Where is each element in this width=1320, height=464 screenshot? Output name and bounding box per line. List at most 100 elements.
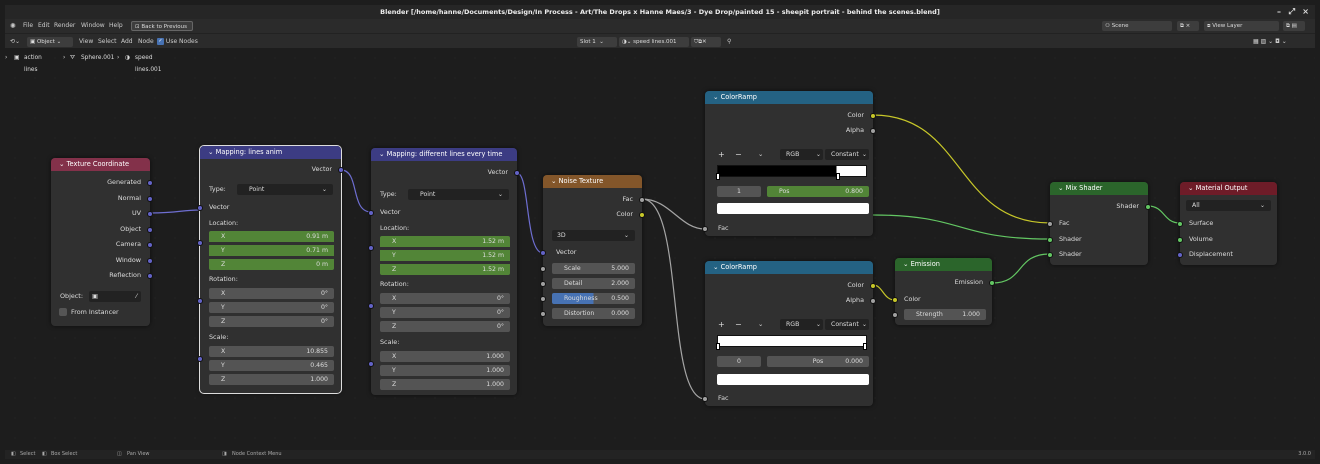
back-to-previous-button[interactable]: ⊡ Back to Previous: [131, 21, 193, 31]
scale-x-field[interactable]: X 1.000: [380, 351, 510, 362]
collapse-chevron-icon[interactable]: ⌄: [551, 177, 559, 185]
view-layer-selector[interactable]: ⧈ View Layer: [1204, 21, 1279, 31]
scale-field[interactable]: Scale 5.000: [552, 263, 635, 274]
interpolation-dropdown[interactable]: Constant ⌄: [825, 319, 869, 330]
socket-generated[interactable]: [147, 180, 153, 186]
collapse-chevron-icon[interactable]: ⌄: [379, 150, 387, 158]
location-y-field[interactable]: Y 0.71 m: [209, 245, 334, 256]
node-header[interactable]: ⌄ Mapping: different lines every time: [371, 148, 517, 161]
node-canvas[interactable]: ⌄ Texture Coordinate Generated Normal UV…: [5, 48, 1315, 450]
maximize-icon[interactable]: ⤢: [1289, 5, 1295, 19]
socket-vector-out[interactable]: [338, 167, 344, 173]
overlay-icons[interactable]: ▦ ▨ ⌄ ◘ ⌄: [1253, 34, 1287, 49]
breadcrumb-material[interactable]: speed lines.001: [135, 52, 161, 76]
ramp-stop-handle[interactable]: [716, 343, 720, 350]
position-field[interactable]: Pos 0.800: [767, 186, 869, 197]
scene-new-button[interactable]: ⧉ ×: [1177, 21, 1199, 31]
socket-location[interactable]: [368, 245, 374, 251]
add-stop-icon[interactable]: +: [718, 320, 725, 329]
emission-node[interactable]: ⌄ Emission Emission Color Strength 1.000: [892, 258, 995, 325]
stop-color-swatch[interactable]: [717, 374, 869, 385]
socket-normal[interactable]: [147, 196, 153, 202]
menu-select[interactable]: Select: [98, 34, 117, 49]
socket-scale[interactable]: [368, 361, 374, 367]
dimensions-dropdown[interactable]: 3D ⌄: [552, 230, 635, 241]
minimize-icon[interactable]: –: [1277, 5, 1281, 19]
socket-vector-in[interactable]: [197, 205, 203, 211]
texture-coordinate-node[interactable]: ⌄ Texture Coordinate Generated Normal UV…: [51, 158, 153, 326]
menu-add[interactable]: Add: [121, 34, 133, 49]
material-actions[interactable]: ⛉⧉✕: [691, 37, 721, 47]
rotation-z-field[interactable]: Z 0°: [380, 321, 510, 332]
ramp-stop-handle[interactable]: [863, 343, 867, 350]
collapse-chevron-icon[interactable]: ⌄: [59, 160, 67, 168]
rotation-z-field[interactable]: Z 0°: [209, 316, 334, 327]
remove-stop-icon[interactable]: −: [735, 320, 742, 329]
socket-color-out[interactable]: [870, 113, 876, 119]
chevron-down-icon[interactable]: ⌄: [758, 150, 763, 159]
color-mode-dropdown[interactable]: RGB ⌄: [780, 319, 823, 330]
strength-field[interactable]: Strength 1.000: [904, 309, 986, 320]
chevron-down-icon[interactable]: ⌄: [758, 320, 763, 329]
expand-icon[interactable]: ›: [5, 52, 7, 64]
color-ramp-bar[interactable]: [717, 335, 867, 347]
location-x-field[interactable]: X 0.91 m: [209, 231, 334, 242]
socket-displacement[interactable]: [1177, 252, 1183, 258]
collapse-chevron-icon[interactable]: ⌄: [208, 148, 216, 156]
location-y-field[interactable]: Y 1.52 m: [380, 250, 510, 261]
scale-y-field[interactable]: Y 0.465: [209, 360, 334, 371]
ramp-stop-handle[interactable]: [836, 173, 840, 180]
breadcrumb-mesh[interactable]: Sphere.001: [81, 52, 114, 64]
color-ramp-bar[interactable]: [717, 165, 867, 177]
collapse-chevron-icon[interactable]: ⌄: [1058, 184, 1066, 192]
node-header[interactable]: ⌄ Mix Shader: [1050, 182, 1148, 195]
node-header[interactable]: ⌄ Mapping: lines anim: [200, 146, 341, 159]
socket-alpha-out[interactable]: [870, 128, 876, 134]
socket-fac-in[interactable]: [1047, 221, 1053, 227]
location-z-field[interactable]: Z0 m: [209, 259, 334, 270]
colorramp-node-2[interactable]: ⌄ ColorRamp Color Alpha + − ⌄ RGB ⌄ Const…: [702, 261, 876, 406]
rotation-y-field[interactable]: Y 0°: [209, 302, 334, 313]
color-mode-dropdown[interactable]: RGB ⌄: [780, 149, 823, 160]
socket-volume[interactable]: [1177, 237, 1183, 243]
socket-alpha-out[interactable]: [870, 298, 876, 304]
scale-z-field[interactable]: Z 1.000: [209, 374, 334, 385]
socket-fac-in[interactable]: [702, 396, 708, 402]
object-picker[interactable]: ▣ ⁄: [89, 291, 141, 302]
socket-window[interactable]: [147, 258, 153, 264]
socket-shader-1[interactable]: [1047, 237, 1053, 243]
colorramp-node-1[interactable]: ⌄ ColorRamp Color Alpha + − ⌄ RGB ⌄ Const…: [702, 91, 876, 236]
rotation-x-field[interactable]: X 0°: [380, 293, 510, 304]
socket-surface[interactable]: [1177, 221, 1183, 227]
breadcrumb-object[interactable]: action lines: [24, 52, 42, 76]
location-z-field[interactable]: Z 1.52 m: [380, 264, 510, 275]
stop-index-field[interactable]: 1: [717, 186, 761, 197]
noise-texture-node[interactable]: ⌄ Noise Texture Fac Color 3D ⌄ Vector Sca…: [540, 175, 645, 326]
close-icon[interactable]: ×: [1302, 5, 1309, 19]
socket-vector-in[interactable]: [368, 210, 374, 216]
socket-scale[interactable]: [540, 266, 546, 272]
type-dropdown[interactable]: Point ⌄: [237, 184, 333, 195]
blender-logo-icon[interactable]: ✺: [10, 19, 16, 33]
mapping-different-lines-node[interactable]: ⌄ Mapping: different lines every time Ve…: [368, 148, 520, 395]
from-instancer-checkbox[interactable]: [59, 308, 67, 316]
stop-color-swatch[interactable]: [717, 203, 869, 214]
node-header[interactable]: ⌄ Emission: [895, 258, 992, 271]
socket-rotation[interactable]: [368, 303, 374, 309]
view-layer-new-button[interactable]: ⧉ ▤: [1283, 21, 1305, 31]
collapse-chevron-icon[interactable]: ⌄: [903, 260, 911, 268]
mix-shader-node[interactable]: ⌄ Mix Shader Shader Fac Shader Shader: [1047, 182, 1151, 265]
eyedropper-icon[interactable]: ⁄: [136, 291, 137, 302]
menu-file[interactable]: File: [23, 19, 33, 33]
menu-edit[interactable]: Edit: [38, 19, 50, 33]
use-nodes-checkbox[interactable]: ✓ Use Nodes: [157, 34, 198, 49]
mapping-lines-anim-node[interactable]: ⌄ Mapping: lines anim Vector Type: Point…: [197, 145, 344, 394]
socket-distortion[interactable]: [540, 311, 546, 317]
socket-shader-out[interactable]: [1145, 204, 1151, 210]
menu-render[interactable]: Render: [54, 19, 75, 33]
socket-reflection[interactable]: [147, 273, 153, 279]
interpolation-dropdown[interactable]: Constant ⌄: [825, 149, 869, 160]
socket-emission-out[interactable]: [989, 280, 995, 286]
add-stop-icon[interactable]: +: [718, 150, 725, 159]
type-dropdown[interactable]: Point ⌄: [408, 189, 509, 200]
